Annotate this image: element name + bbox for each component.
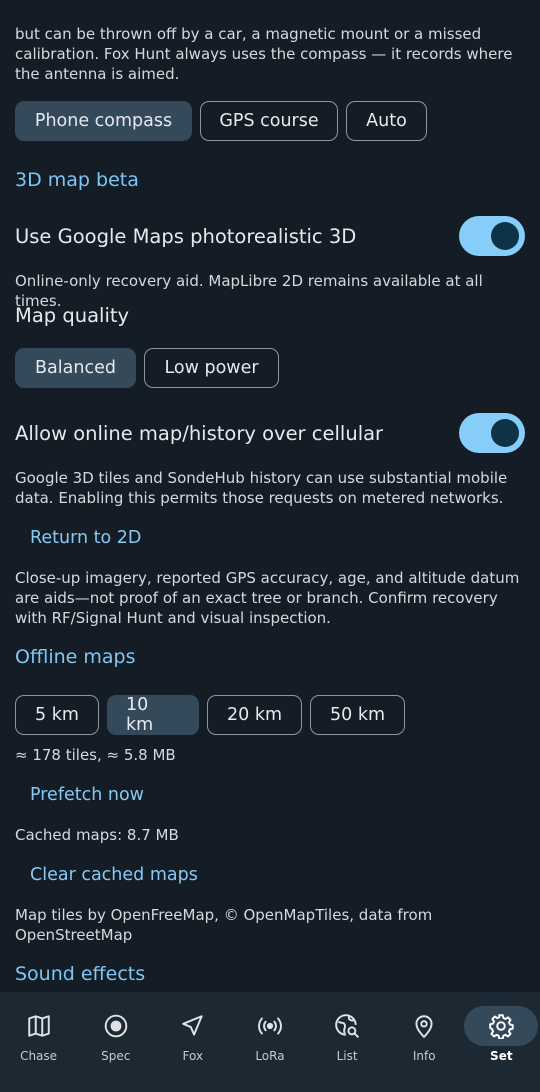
nav-label: Info	[412, 1049, 436, 1063]
toggle-knob	[491, 222, 519, 250]
compass-source-selector: Phone compass GPS course Auto	[15, 101, 427, 141]
nav-item-lora[interactable]: LoRa	[231, 992, 308, 1092]
cellular-toggle[interactable]	[459, 413, 525, 453]
settings-screen: but can be thrown off by a car, a magnet…	[0, 0, 540, 1092]
target-icon	[79, 1006, 153, 1046]
radio-waves-icon	[233, 1006, 307, 1046]
phone-compass-option[interactable]: Phone compass	[15, 101, 192, 141]
auto-option[interactable]: Auto	[346, 101, 427, 141]
recovery-disclaimer: Close-up imagery, reported GPS accuracy,…	[15, 569, 520, 627]
nav-label: LoRa	[255, 1049, 285, 1063]
google-3d-label: Use Google Maps photorealistic 3D	[15, 224, 357, 248]
navigation-arrow-icon	[156, 1006, 230, 1046]
nav-label: Spec	[101, 1049, 131, 1063]
offline-maps-section-title: Offline maps	[15, 646, 136, 668]
cached-maps-size: Cached maps: 8.7 MB	[15, 826, 179, 844]
prefetch-now-button[interactable]: Prefetch now	[15, 785, 144, 805]
nav-label: Chase	[20, 1049, 58, 1063]
clear-cached-maps-button[interactable]: Clear cached maps	[15, 865, 198, 885]
gear-icon	[464, 1006, 539, 1046]
tile-estimate: ≈ 178 tiles, ≈ 5.8 MB	[15, 746, 176, 764]
radius-5km-option[interactable]: 5 km	[15, 695, 99, 735]
location-pin-icon	[387, 1006, 461, 1046]
google-3d-toggle[interactable]	[459, 216, 525, 256]
radius-50km-option[interactable]: 50 km	[310, 695, 405, 735]
compass-description: but can be thrown off by a car, a magnet…	[15, 25, 513, 83]
radius-20km-option[interactable]: 20 km	[207, 695, 302, 735]
settings-scroll-content[interactable]: but can be thrown off by a car, a magnet…	[0, 0, 540, 992]
toggle-knob	[491, 419, 519, 447]
low-power-option[interactable]: Low power	[144, 348, 279, 388]
map-icon	[2, 1006, 76, 1046]
map-quality-selector: Balanced Low power	[15, 348, 279, 388]
return-to-2d-button[interactable]: Return to 2D	[15, 528, 141, 548]
nav-label: Set	[490, 1049, 513, 1063]
map-attribution: Map tiles by OpenFreeMap, © OpenMapTiles…	[15, 906, 433, 944]
nav-item-set[interactable]: Set	[463, 992, 540, 1092]
balanced-option[interactable]: Balanced	[15, 348, 136, 388]
bottom-navigation: Chase Spec Fox LoRa List Info Set	[0, 992, 540, 1092]
globe-search-icon	[310, 1006, 384, 1046]
sound-effects-section-title: Sound effects	[15, 963, 146, 985]
prefetch-radius-selector: 5 km 10 km 20 km 50 km	[15, 695, 405, 735]
nav-item-spec[interactable]: Spec	[77, 992, 154, 1092]
radius-10km-option[interactable]: 10 km	[107, 695, 199, 735]
nav-item-chase[interactable]: Chase	[0, 992, 77, 1092]
nav-label: Fox	[182, 1049, 204, 1063]
cellular-setting-row: Allow online map/history over cellular	[15, 413, 525, 453]
3d-map-section-title: 3D map beta	[15, 169, 139, 191]
google-3d-setting-row: Use Google Maps photorealistic 3D	[15, 216, 525, 256]
nav-item-info[interactable]: Info	[386, 992, 463, 1092]
map-quality-label: Map quality	[15, 304, 130, 327]
nav-item-fox[interactable]: Fox	[154, 992, 231, 1092]
cellular-help: Google 3D tiles and SondeHub history can…	[15, 469, 508, 507]
nav-label: List	[336, 1049, 358, 1063]
nav-item-list[interactable]: List	[309, 992, 386, 1092]
cellular-label: Allow online map/history over cellular	[15, 421, 384, 445]
gps-course-option[interactable]: GPS course	[200, 101, 338, 141]
